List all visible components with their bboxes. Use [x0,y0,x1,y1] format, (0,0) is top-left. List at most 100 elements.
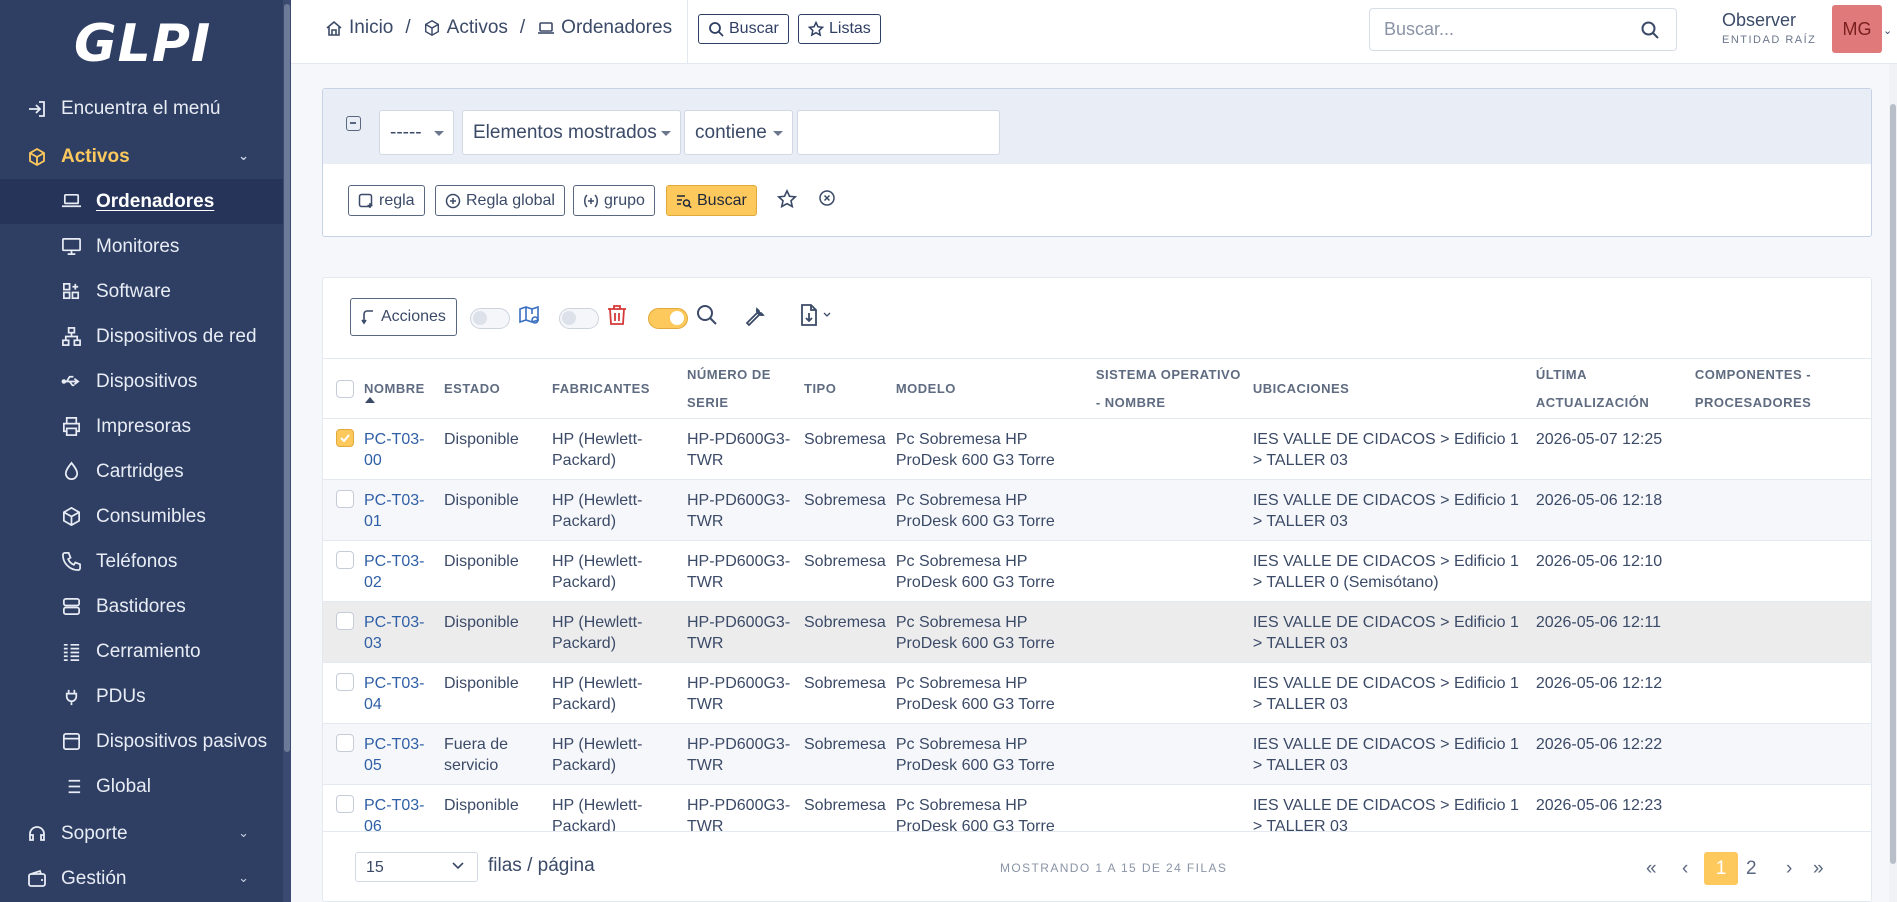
header-search-button[interactable]: Buscar [698,14,789,44]
sidebar-item-monitores[interactable]: Monitores [0,224,283,269]
row-checkbox[interactable] [336,429,354,447]
user-entity[interactable]: ENTIDAD RAÍZ [1722,34,1816,46]
computer-link[interactable]: PC-T03-04 [364,675,424,713]
sidebar-section-support[interactable]: Soporte ⌄ [0,811,283,856]
search-icon[interactable] [695,303,719,327]
next-page-icon[interactable]: › [1786,852,1792,885]
corner-left-down-icon [361,309,375,325]
computer-link[interactable]: PC-T03-06 [364,797,424,835]
column-header-cpu[interactable]: Componentes - Procesadores [1689,358,1871,419]
export-file-icon[interactable] [798,303,834,327]
search-icon[interactable] [1640,20,1660,44]
add-group-button[interactable]: grupo [573,185,655,216]
sidebar-scrollbar[interactable] [283,0,291,902]
header-search-label: Buscar [729,20,779,37]
sidebar-item-teléfonos[interactable]: Teléfonos [0,539,283,584]
sidebar-section-assets[interactable]: Activos ⌄ [0,134,283,179]
previous-page-icon[interactable]: ‹ [1682,852,1688,885]
row-checkbox[interactable] [336,795,354,813]
page-scrollbar[interactable] [1889,64,1897,902]
table-row[interactable]: PC-T03-03 Disponible HP (Hewlett-Packard) H… [323,601,1871,663]
criteria-value-input[interactable] [797,110,1000,155]
sidebar-item-global[interactable]: Global [0,764,283,809]
computer-link[interactable]: PC-T03-01 [364,492,424,530]
breadcrumb-home[interactable]: Inicio [349,17,393,39]
column-header-location[interactable]: Ubicaciones [1247,358,1531,419]
wrench-icon[interactable] [743,303,767,327]
column-header-status[interactable]: Estado [439,358,547,419]
sidebar-item-pdus[interactable]: PDUs [0,674,283,719]
trash-icon[interactable] [606,303,628,327]
computer-link[interactable]: PC-T03-05 [364,736,424,774]
sidebar-item-cerramiento[interactable]: Cerramiento [0,629,283,674]
global-search-input[interactable] [1384,19,1624,40]
select-all-checkbox[interactable] [336,379,354,398]
column-header-serial[interactable]: Número de serie [682,358,799,419]
table-row[interactable]: PC-T03-04 Disponible HP (Hewlett-Packard) H… [323,662,1871,724]
column-header-model[interactable]: Modelo [890,358,1091,419]
sidebar-item-bastidores[interactable]: Bastidores [0,584,283,629]
table-row[interactable]: PC-T03-00 Disponible HP (Hewlett-Packard) H… [323,418,1871,480]
reset-search-icon[interactable] [818,189,836,207]
breadcrumb-computers[interactable]: Ordenadores [561,17,672,39]
computer-link[interactable]: PC-T03-00 [364,431,424,469]
criteria-item-select[interactable]: Elementos mostrados [462,110,681,155]
first-page-icon[interactable]: « [1646,852,1657,885]
sidebar-item-ordenadores[interactable]: Ordenadores [0,179,283,224]
row-select-cell [323,601,359,663]
avatar[interactable]: MG [1832,5,1882,53]
page-1-button[interactable]: 1 [1704,852,1738,885]
chevron-down-icon[interactable]: ⌄ [1883,24,1892,37]
sidebar-section-management[interactable]: Gestión ⌄ [0,856,283,901]
sidebar-item-cartridges[interactable]: Cartridges [0,449,283,494]
glpi-logo[interactable]: GLPI [74,14,210,74]
search-toggle[interactable] [648,308,688,329]
add-global-rule-button[interactable]: Regla global [435,185,565,216]
sidebar-item-label: Software [96,280,171,302]
collapse-criteria-icon[interactable] [346,116,361,131]
computer-link[interactable]: PC-T03-02 [364,553,424,591]
sidebar-item-dispositivos-de-red[interactable]: Dispositivos de red [0,314,283,359]
table-row[interactable]: PC-T03-01 Disponible HP (Hewlett-Packard) H… [323,479,1871,541]
sidebar-item-label: Cartridges [96,460,184,482]
cell-cpu [1689,723,1871,785]
criteria-search-button[interactable]: Buscar [666,185,757,216]
column-header-name[interactable]: Nombre [359,358,439,419]
column-header-updated[interactable]: Última actualización [1530,358,1690,419]
column-header-manufacturer[interactable]: Fabricantes [547,358,682,419]
table-row[interactable]: PC-T03-05 Fuera de servicio HP (Hewlett-Pa… [323,723,1871,785]
sidebar-item-consumibles[interactable]: Consumibles [0,494,283,539]
column-header-os[interactable]: Sistema operativo - Nombre [1090,358,1248,419]
last-page-icon[interactable]: » [1813,852,1824,885]
sidebar-section-support-label: Soporte [61,822,128,844]
criteria-field-select[interactable]: ----- [379,110,454,155]
breadcrumb-assets[interactable]: Activos [447,17,508,39]
page-2-button[interactable]: 2 [1746,852,1757,885]
save-search-star-icon[interactable] [777,189,797,209]
user-profile-name[interactable]: Observer [1722,10,1796,31]
find-menu-item[interactable]: Encuentra el menú [0,86,283,131]
row-checkbox[interactable] [336,490,354,508]
rows-per-page-select[interactable]: 15 [355,852,478,882]
sidebar-item-dispositivos[interactable]: Dispositivos [0,359,283,404]
row-checkbox[interactable] [336,551,354,569]
actions-button[interactable]: Acciones [350,298,457,336]
row-checkbox[interactable] [336,734,354,752]
sidebar-item-dispositivos-pasivos[interactable]: Dispositivos pasivos [0,719,283,764]
trash-toggle[interactable] [559,308,599,329]
computer-link[interactable]: PC-T03-03 [364,614,424,652]
cell-cpu [1689,479,1871,541]
box-icon [60,731,82,753]
row-checkbox[interactable] [336,673,354,691]
row-checkbox[interactable] [336,612,354,630]
map-toggle[interactable] [470,308,510,329]
header-lists-button[interactable]: Listas [798,14,881,44]
sidebar-item-impresoras[interactable]: Impresoras [0,404,283,449]
map-icon[interactable] [517,303,541,327]
sidebar-item-software[interactable]: Software [0,269,283,314]
column-header-type[interactable]: Tipo [799,358,891,419]
table-row[interactable]: PC-T03-02 Disponible HP (Hewlett-Packard) H… [323,540,1871,602]
criteria-operator-select[interactable]: contiene [684,110,793,155]
add-rule-button[interactable]: regla [348,185,425,216]
sidebar-item-label: Dispositivos [96,370,198,392]
